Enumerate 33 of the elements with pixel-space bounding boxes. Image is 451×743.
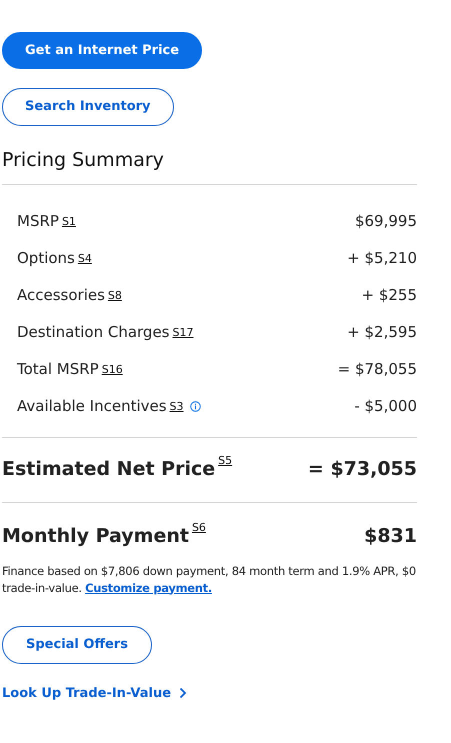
footnote-link[interactable]: S6: [192, 522, 206, 533]
info-icon[interactable]: [190, 401, 201, 412]
summary-value: = $73,055: [308, 456, 417, 482]
footnote-link[interactable]: S1: [62, 216, 76, 227]
chevron-right-icon: [179, 687, 188, 700]
price-value: $69,995: [354, 211, 417, 232]
price-label: Available Incentives: [17, 396, 167, 418]
price-label: MSRP: [17, 211, 59, 232]
footnote-link[interactable]: S4: [78, 253, 92, 264]
trade-in-link[interactable]: Look Up Trade-In-Value: [2, 684, 188, 703]
summary-value: $831: [364, 524, 417, 549]
price-value: + $255: [361, 285, 417, 306]
summary-label: Monthly Payment: [2, 524, 189, 549]
price-value: = $78,055: [338, 359, 417, 380]
footnote-link[interactable]: S5: [218, 454, 232, 466]
internet-price-button[interactable]: Get an Internet Price: [2, 32, 202, 69]
price-value: - $5,000: [354, 396, 417, 418]
price-label: Accessories: [17, 285, 105, 306]
search-inventory-button[interactable]: Search Inventory: [2, 88, 174, 126]
section-title: Pricing Summary: [2, 148, 165, 173]
special-offers-button[interactable]: Special Offers: [2, 626, 152, 664]
price-label: Options: [17, 248, 75, 270]
price-label: Destination Charges: [17, 322, 170, 344]
finance-note: Finance based on $7,806 down payment, 84 month term and 1.9% APR, $0 trade-in-value. Customize payment.: [2, 562, 417, 596]
footnote-link[interactable]: S8: [108, 290, 122, 301]
footnote-link[interactable]: S16: [102, 364, 123, 375]
price-label: Total MSRP: [17, 359, 99, 380]
footnote-link[interactable]: S3: [170, 401, 184, 412]
price-value: + $2,595: [347, 322, 417, 344]
summary-label: Estimated Net Price: [2, 456, 216, 482]
price-value: + $5,210: [347, 248, 417, 270]
customize-payment-link[interactable]: Customize payment.: [85, 580, 212, 594]
footnote-link[interactable]: S17: [172, 327, 194, 338]
